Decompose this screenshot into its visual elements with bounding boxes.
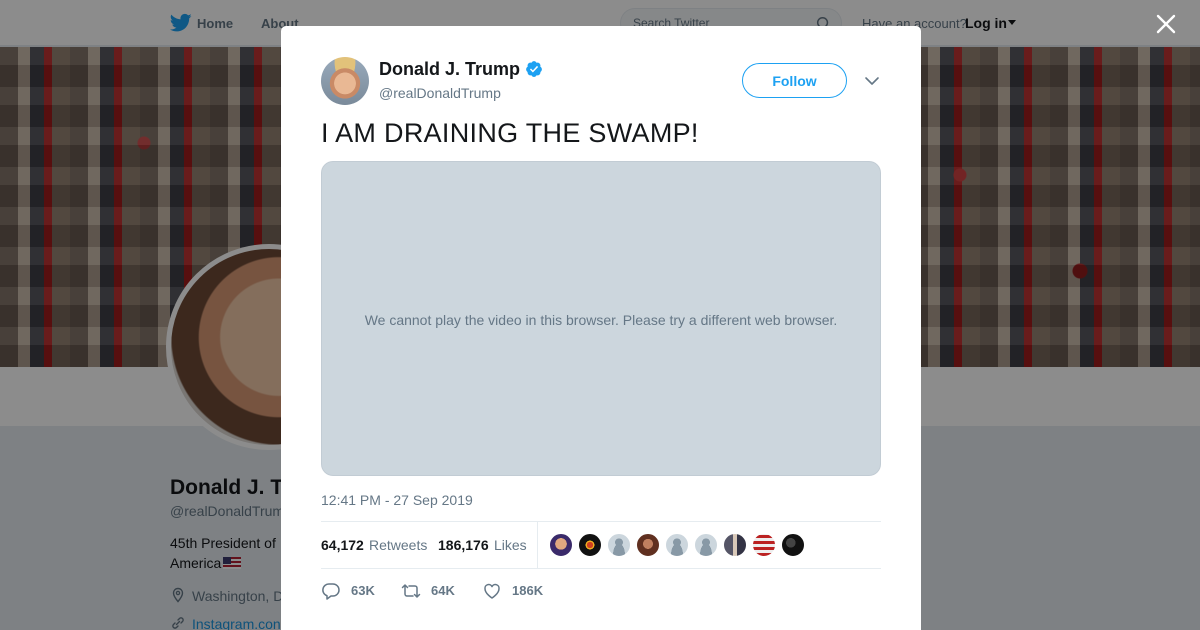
liker-avatar[interactable] (549, 533, 573, 557)
retweet-button[interactable]: 64K (401, 579, 461, 603)
liker-avatar[interactable] (752, 533, 776, 557)
likes-count[interactable]: 186,176 (438, 537, 489, 553)
author-handle[interactable]: @realDonaldTrump (379, 85, 501, 101)
liker-avatar[interactable] (781, 533, 805, 557)
liker-avatar[interactable] (665, 533, 689, 557)
author-name[interactable]: Donald J. Trump (379, 59, 520, 80)
liker-avatar[interactable] (578, 533, 602, 557)
likes-label[interactable]: Likes (494, 537, 527, 553)
stats-divider (537, 522, 538, 568)
video-error-message: We cannot play the video in this browser… (364, 312, 838, 328)
tweet-modal: Donald J. Trump @realDonaldTrump Follow … (281, 26, 921, 630)
retweet-count: 64K (431, 583, 455, 598)
close-icon[interactable] (1154, 12, 1178, 36)
liker-avatar[interactable] (607, 533, 631, 557)
tweet-actions: 63K 64K 186K (321, 579, 881, 603)
reply-icon (322, 583, 340, 600)
retweet-icon (401, 584, 421, 598)
retweets-label[interactable]: Retweets (369, 537, 427, 553)
tweet-stats: 64,172 Retweets 186,176 Likes (321, 521, 881, 569)
liker-avatar[interactable] (694, 533, 718, 557)
tweet-text: I AM DRAINING THE SWAMP! (321, 118, 699, 148)
like-count: 186K (512, 583, 544, 598)
liker-avatar[interactable] (636, 533, 660, 557)
tweet-timestamp[interactable]: 12:41 PM - 27 Sep 2019 (321, 492, 473, 508)
follow-button[interactable]: Follow (742, 63, 847, 98)
liker-avatar[interactable] (723, 533, 747, 557)
chevron-down-icon[interactable] (863, 72, 881, 90)
reply-count: 63K (351, 583, 375, 598)
like-button[interactable]: 186K (482, 579, 544, 603)
retweets-count[interactable]: 64,172 (321, 537, 364, 553)
video-player[interactable]: We cannot play the video in this browser… (321, 161, 881, 476)
verified-badge-icon (526, 61, 542, 77)
heart-icon (484, 583, 500, 599)
author-avatar[interactable] (321, 57, 369, 105)
reply-button[interactable]: 63K (321, 579, 381, 603)
